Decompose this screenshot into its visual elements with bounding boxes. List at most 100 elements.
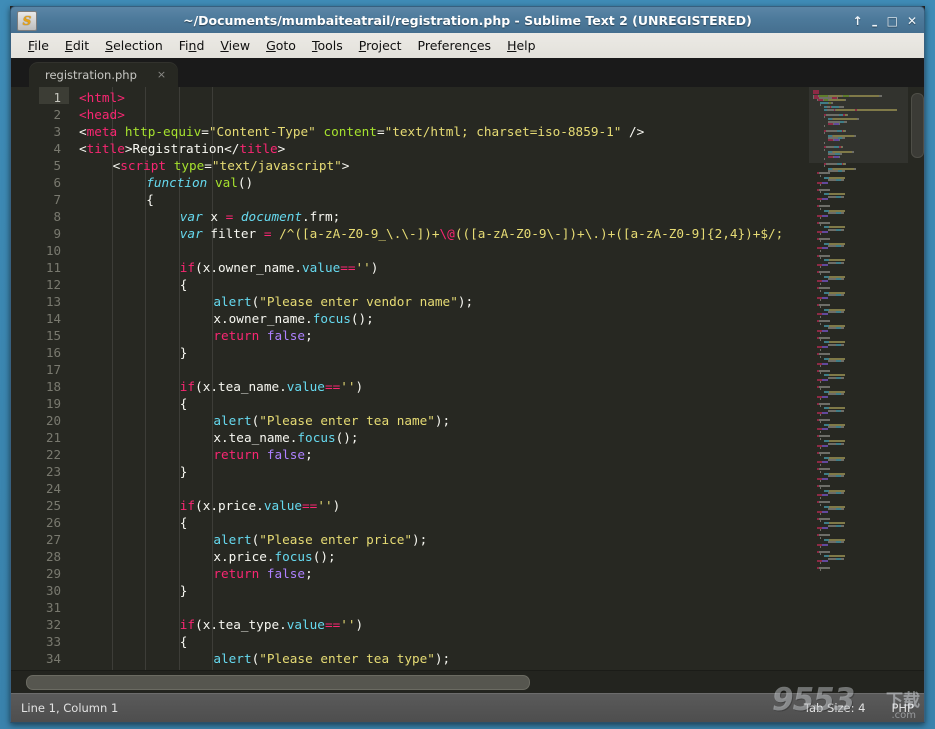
code-token: var	[179, 226, 203, 241]
minimap-line-mark	[838, 122, 840, 125]
minimap-line-mark	[820, 315, 822, 318]
code-line: {	[79, 191, 154, 208]
minimap-line-mark	[820, 191, 822, 194]
minimap-line-mark	[820, 454, 822, 457]
minimap-line-mark	[820, 282, 822, 285]
code-token: if	[179, 498, 196, 513]
code-line: function val()	[79, 174, 253, 191]
tab-bar: registration.php ×	[11, 58, 924, 87]
minimap-line-mark	[820, 273, 822, 276]
minimap-line-mark	[844, 120, 848, 123]
editor-chrome: registration.php × 1 2 3 4 5 6 7 8 9 10 11 12 13 14 15…	[10, 58, 925, 723]
code-token: "Please enter tea name"	[259, 413, 435, 428]
minimap-line-mark	[820, 233, 822, 236]
code-token: {	[179, 277, 188, 292]
minimap-line-mark	[820, 322, 822, 325]
code-token: {	[179, 634, 188, 649]
horizontal-scrollbar[interactable]	[11, 670, 924, 694]
window-titlebar[interactable]: S ~/Documents/mumbaiteatrail/registratio…	[10, 6, 925, 33]
menu-item-goto[interactable]: Goto	[258, 36, 304, 55]
code-token: content	[323, 124, 377, 139]
minimap-line-mark	[840, 212, 845, 215]
vertical-scrollbar[interactable]	[911, 91, 924, 667]
minimap-line-mark	[824, 125, 826, 128]
line-number: 11	[45, 260, 61, 275]
code-content[interactable]: <html> <head> <meta http-equiv="Content-Ty…	[69, 87, 809, 671]
vertical-scrollbar-thumb[interactable]	[911, 93, 924, 158]
minimap-line-mark	[825, 129, 837, 132]
minimap-line-mark	[824, 141, 826, 144]
code-token: )	[355, 379, 364, 394]
minimap-line-mark	[824, 158, 826, 161]
menu-item-help[interactable]: Help	[499, 36, 544, 55]
minimap-line-mark	[840, 294, 845, 297]
menu-item-edit[interactable]: Edit	[57, 36, 97, 55]
code-line: if(x.tea_name.value=='')	[79, 378, 363, 395]
code-line: return false;	[79, 446, 312, 463]
code-token: );	[412, 532, 428, 547]
code-token: ();	[312, 549, 336, 564]
code-token: =	[204, 158, 212, 173]
tab-label: registration.php	[45, 67, 137, 82]
code-token: ();	[350, 311, 374, 326]
minimap-line-mark	[840, 228, 845, 231]
menu-item-selection[interactable]: Selection	[97, 36, 171, 55]
code-token: return	[213, 566, 260, 581]
menu-bar: File Edit Selection Find View Goto Tools Projec…	[10, 33, 925, 58]
horizontal-scrollbar-thumb[interactable]	[26, 675, 530, 690]
line-number: 29	[45, 566, 61, 581]
code-token: a-zA-Z0-9	[630, 226, 700, 241]
minimap-line-mark	[820, 414, 822, 417]
line-number: 6	[53, 175, 61, 190]
menu-item-view[interactable]: View	[212, 36, 258, 55]
code-editor[interactable]: 1 2 3 4 5 6 7 8 9 10 11 12 13 14 15 16 17 18 19 20 21 22 23 24 2…	[11, 87, 924, 671]
code-token: "Content-Type"	[208, 124, 316, 139]
syntax-mode-status[interactable]: PHP	[891, 701, 914, 715]
code-line: if(x.tea_type.value=='')	[79, 616, 363, 633]
code-token: a-zA-Z0-9\-	[477, 226, 562, 241]
code-token: meta	[86, 124, 118, 139]
minimap-line-mark	[825, 113, 839, 116]
line-number: 30	[45, 583, 61, 598]
code-token: (x.tea_type.	[195, 617, 287, 632]
minimap-line-mark	[840, 442, 845, 445]
minimap-line-mark	[820, 470, 822, 473]
tab-size-status[interactable]: Tab Size: 4	[804, 701, 866, 715]
minimap-line-mark	[827, 376, 836, 379]
menu-item-project[interactable]: Project	[351, 36, 410, 55]
line-number: 27	[45, 532, 61, 547]
minimap-line-mark	[824, 148, 826, 151]
minimap-line-mark	[827, 426, 836, 429]
code-line: {	[79, 633, 188, 650]
maximize-window-icon[interactable]	[887, 15, 898, 27]
minimap-line-mark	[820, 174, 822, 177]
minimap-line-mark	[820, 552, 822, 555]
shade-window-icon[interactable]	[853, 15, 863, 27]
tab-registration-php[interactable]: registration.php ×	[29, 62, 179, 87]
minimap-line-mark	[827, 261, 836, 264]
minimap-line-mark	[822, 181, 828, 184]
minimap-line-mark	[827, 310, 836, 313]
minimap-line-mark	[827, 508, 836, 511]
code-token: alert	[213, 413, 252, 428]
minimap-line-mark	[822, 346, 828, 349]
code-token: if	[179, 260, 196, 275]
line-number: 23	[45, 464, 61, 479]
window-title: ~/Documents/mumbaiteatrail/registration.…	[183, 13, 752, 28]
minimap[interactable]	[809, 87, 908, 671]
menu-item-find[interactable]: Find	[171, 36, 213, 55]
minimap-line-mark	[840, 557, 845, 560]
menu-item-file[interactable]: File	[20, 36, 57, 55]
menu-item-tools[interactable]: Tools	[304, 36, 351, 55]
code-token: (x.owner_name.	[195, 260, 303, 275]
minimap-line-mark	[827, 409, 836, 412]
minimize-window-icon[interactable]	[872, 15, 878, 27]
tab-close-icon[interactable]: ×	[157, 68, 166, 81]
line-number: 28	[45, 549, 61, 564]
minimap-line-mark	[820, 104, 822, 107]
menu-item-preferences[interactable]: Preferences	[410, 36, 500, 55]
code-token: focus	[297, 430, 336, 445]
close-window-icon[interactable]	[907, 15, 917, 27]
code-token: filter	[202, 226, 264, 241]
minimap-line-mark	[820, 200, 822, 203]
